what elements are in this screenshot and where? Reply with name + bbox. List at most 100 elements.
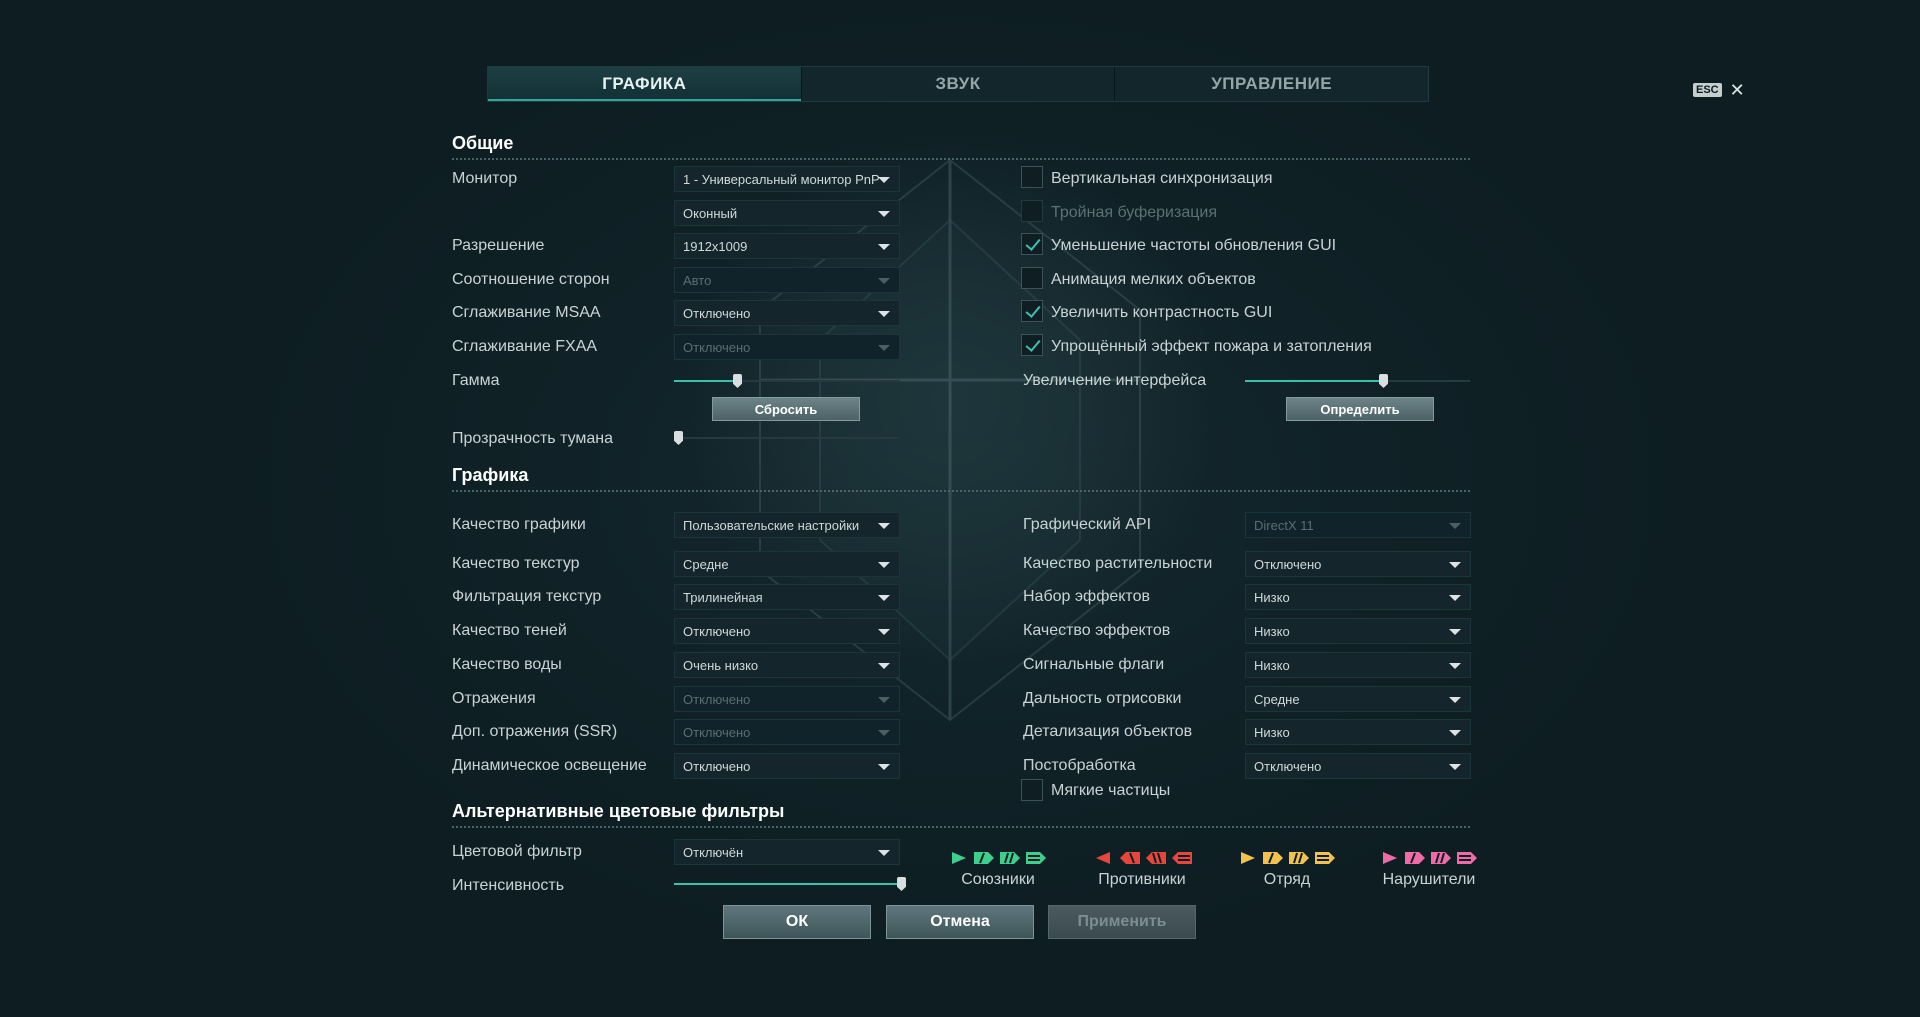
graphics-right-dropdown-2[interactable]: Низко bbox=[1245, 584, 1471, 610]
filter-group-icons bbox=[933, 851, 1063, 865]
arrow-double-slash-icon bbox=[1431, 851, 1453, 865]
settings-tabs: ГРАФИКА ЗВУК УПРАВЛЕНИЕ bbox=[487, 66, 1429, 102]
ui-scale-slider-knob[interactable] bbox=[1379, 374, 1388, 388]
close-button[interactable]: ESC ✕ bbox=[1693, 81, 1745, 99]
graphics-left-dropdown-5: Отключено bbox=[674, 686, 900, 712]
arrow-bars-icon bbox=[1457, 851, 1479, 865]
fog-slider[interactable] bbox=[674, 431, 900, 445]
arrow-double-slash-icon bbox=[1000, 851, 1022, 865]
graphics-right-dropdown-0: DirectX 11 bbox=[1245, 512, 1471, 538]
vsync-checkbox[interactable] bbox=[1021, 166, 1043, 188]
gamma-slider[interactable] bbox=[674, 374, 900, 388]
section-graphics: Графика bbox=[452, 464, 1470, 492]
gui-rate-checkbox[interactable] bbox=[1021, 233, 1043, 255]
gui-contrast-checkbox[interactable] bbox=[1021, 300, 1043, 322]
filter-group-3: Нарушители bbox=[1364, 851, 1494, 889]
filter-group-1: Противники bbox=[1077, 851, 1207, 889]
fxaa-label: Сглаживание FXAA bbox=[452, 338, 598, 355]
graphics-right-dropdown-7[interactable]: Отключено bbox=[1245, 753, 1471, 779]
arrow-slash-icon bbox=[974, 851, 996, 865]
tab-graphics[interactable]: ГРАФИКА bbox=[488, 67, 802, 101]
graphics-right-dropdown-6[interactable]: Низко bbox=[1245, 719, 1471, 745]
small-anim-label: Анимация мелких объектов bbox=[1051, 271, 1256, 288]
intensity-slider-knob[interactable] bbox=[897, 877, 906, 891]
color-filter-label: Цветовой фильтр bbox=[452, 843, 582, 860]
filter-group-icons bbox=[1364, 851, 1494, 865]
display-mode-dropdown[interactable]: Оконный bbox=[674, 200, 900, 226]
graphics-right-dropdown-3[interactable]: Низко bbox=[1245, 618, 1471, 644]
tab-sound[interactable]: ЗВУК bbox=[802, 67, 1116, 101]
arrow-bars-icon bbox=[1170, 851, 1192, 865]
graphics-right-label-5: Дальность отрисовки bbox=[1023, 690, 1182, 707]
aspect-dropdown: Авто bbox=[674, 267, 900, 293]
graphics-left-dropdown-7[interactable]: Отключено bbox=[674, 753, 900, 779]
tab-controls[interactable]: УПРАВЛЕНИЕ bbox=[1115, 67, 1428, 101]
graphics-left-label-1: Качество текстур bbox=[452, 555, 580, 572]
gui-rate-label: Уменьшение частоты обновления GUI bbox=[1051, 237, 1337, 254]
small-anim-checkbox[interactable] bbox=[1021, 267, 1043, 289]
filter-group-name: Отряд bbox=[1263, 871, 1311, 888]
arrow-icon bbox=[1237, 851, 1259, 865]
msaa-label: Сглаживание MSAA bbox=[452, 304, 601, 321]
fire-effect-checkbox[interactable] bbox=[1021, 334, 1043, 356]
gui-contrast-label: Увеличить контрастность GUI bbox=[1051, 304, 1273, 321]
msaa-dropdown[interactable]: Отключено bbox=[674, 300, 900, 326]
filter-group-2: Отряд bbox=[1222, 851, 1352, 889]
section-general-title: Общие bbox=[452, 133, 514, 153]
graphics-right-label-0: Графический API bbox=[1023, 516, 1152, 533]
fire-effect-label: Упрощённый эффект пожара и затопления bbox=[1051, 338, 1372, 355]
arrow-icon bbox=[1092, 851, 1114, 865]
monitor-dropdown[interactable]: 1 - Универсальный монитор PnP bbox=[674, 166, 900, 192]
graphics-right-label-2: Набор эффектов bbox=[1023, 588, 1150, 605]
section-filters: Альтернативные цветовые фильтры bbox=[452, 800, 1470, 828]
graphics-right-label-3: Качество эффектов bbox=[1023, 622, 1171, 639]
graphics-right-label-7: Постобработка bbox=[1023, 757, 1136, 774]
graphics-right-label-1: Качество растительности bbox=[1023, 555, 1213, 572]
vsync-label: Вертикальная синхронизация bbox=[1051, 170, 1273, 187]
cancel-button[interactable]: Отмена bbox=[886, 905, 1034, 939]
graphics-left-dropdown-2[interactable]: Трилинейная bbox=[674, 584, 900, 610]
gamma-slider-knob[interactable] bbox=[733, 374, 742, 388]
arrow-slash-icon bbox=[1263, 851, 1285, 865]
ok-button[interactable]: ОК bbox=[723, 905, 871, 939]
ui-scale-slider[interactable] bbox=[1245, 374, 1470, 388]
arrow-slash-icon bbox=[1118, 851, 1140, 865]
resolution-label: Разрешение bbox=[452, 237, 545, 254]
soft-particles-checkbox[interactable] bbox=[1021, 779, 1043, 801]
graphics-right-label-4: Сигнальные флаги bbox=[1023, 656, 1165, 673]
intensity-slider[interactable] bbox=[674, 877, 906, 891]
color-filter-dropdown[interactable]: Отключён bbox=[674, 839, 900, 865]
resolution-dropdown[interactable]: 1912x1009 bbox=[674, 233, 900, 259]
section-graphics-title: Графика bbox=[452, 465, 529, 485]
intensity-label: Интенсивность bbox=[452, 877, 565, 894]
graphics-left-label-6: Доп. отражения (SSR) bbox=[452, 723, 618, 740]
triple-buffer-checkbox bbox=[1021, 200, 1043, 222]
graphics-right-dropdown-5[interactable]: Средне bbox=[1245, 686, 1471, 712]
fog-label: Прозрачность тумана bbox=[452, 430, 614, 447]
arrow-bars-icon bbox=[1315, 851, 1337, 865]
filter-group-name: Противники bbox=[1098, 871, 1186, 888]
graphics-left-label-3: Качество теней bbox=[452, 622, 567, 639]
section-general: Общие bbox=[452, 132, 1470, 160]
graphics-left-label-5: Отражения bbox=[452, 690, 536, 707]
graphics-left-dropdown-0[interactable]: Пользовательские настройки bbox=[674, 512, 900, 538]
detect-button[interactable]: Определить bbox=[1286, 397, 1434, 421]
graphics-left-dropdown-1[interactable]: Средне bbox=[674, 551, 900, 577]
esc-key-badge: ESC bbox=[1693, 83, 1722, 97]
graphics-right-label-6: Детализация объектов bbox=[1023, 723, 1193, 740]
arrow-double-slash-icon bbox=[1289, 851, 1311, 865]
arrow-slash-icon bbox=[1405, 851, 1427, 865]
filter-group-name: Нарушители bbox=[1382, 871, 1476, 888]
soft-particles-label: Мягкие частицы bbox=[1051, 782, 1171, 799]
reset-gamma-button[interactable]: Сбросить bbox=[712, 397, 860, 421]
filter-group-icons bbox=[1077, 851, 1207, 865]
arrow-double-slash-icon bbox=[1144, 851, 1166, 865]
graphics-left-dropdown-4[interactable]: Очень низко bbox=[674, 652, 900, 678]
arrow-bars-icon bbox=[1026, 851, 1048, 865]
gamma-label: Гамма bbox=[452, 372, 500, 389]
graphics-right-dropdown-4[interactable]: Низко bbox=[1245, 652, 1471, 678]
graphics-right-dropdown-1[interactable]: Отключено bbox=[1245, 551, 1471, 577]
ui-scale-label: Увеличение интерфейса bbox=[1023, 372, 1207, 389]
fog-slider-knob[interactable] bbox=[674, 431, 683, 445]
graphics-left-dropdown-3[interactable]: Отключено bbox=[674, 618, 900, 644]
